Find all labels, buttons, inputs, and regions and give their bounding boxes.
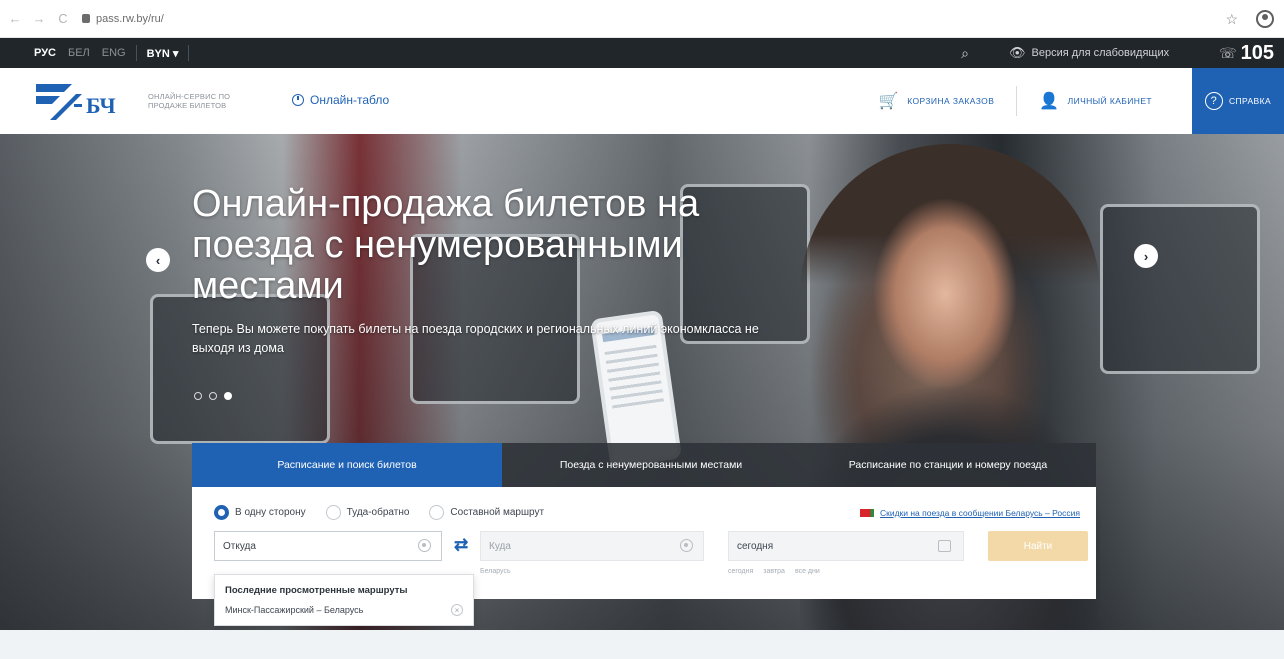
profile-icon[interactable] bbox=[1256, 10, 1274, 28]
lock-icon bbox=[82, 14, 90, 23]
radio-circle bbox=[214, 505, 229, 520]
recent-route-label: Минск-Пассажирский – Беларусь bbox=[225, 605, 364, 615]
slider-dots bbox=[194, 392, 232, 400]
lang-eng[interactable]: ENG bbox=[102, 47, 126, 59]
recent-routes-dropdown: Последние просмотренные маршруты Минск-П… bbox=[214, 574, 474, 626]
date-quick-picks: сегодня завтра все дни bbox=[728, 568, 820, 575]
search-icon[interactable]: ⌕ bbox=[961, 45, 969, 62]
to-placeholder: Куда bbox=[489, 540, 511, 552]
date-pick-all-days[interactable]: все дни bbox=[795, 568, 820, 575]
recent-routes-title: Последние просмотренные маршруты bbox=[225, 585, 408, 596]
from-station-input[interactable]: Откуда bbox=[214, 531, 442, 561]
radio-circle bbox=[429, 505, 445, 520]
low-vision-link[interactable]: 👁 Версия для слабовидящих bbox=[1009, 45, 1169, 61]
recent-route-item[interactable]: Минск-Пассажирский – Беларусь × bbox=[225, 604, 463, 616]
train-window-image bbox=[1100, 204, 1260, 374]
phone-number: 105 bbox=[1240, 41, 1274, 64]
bch-logo[interactable]: БЧ bbox=[36, 82, 144, 122]
date-pick-today[interactable]: сегодня bbox=[728, 568, 753, 575]
logo-caption-line2: ПРОДАЖЕ БИЛЕТОВ bbox=[148, 101, 227, 110]
currency-select[interactable]: BYN ▾ bbox=[147, 47, 179, 60]
flag-icon bbox=[859, 509, 874, 517]
find-button[interactable]: Найти bbox=[988, 531, 1088, 561]
reload-icon[interactable]: C bbox=[54, 10, 72, 28]
cart-link[interactable]: 🛒 КОРЗИНА ЗАКАЗОВ bbox=[857, 86, 1016, 116]
account-label: ЛИЧНЫЙ КАБИНЕТ bbox=[1067, 96, 1152, 106]
back-icon[interactable]: ← bbox=[6, 10, 24, 28]
tab-schedule-search[interactable]: Расписание и поиск билетов bbox=[192, 443, 502, 487]
question-icon: ? bbox=[1204, 92, 1223, 110]
hero-banner: Онлайн-продажа билетов на поезда с ненум… bbox=[0, 134, 1284, 630]
lang-bel[interactable]: БЕЛ bbox=[68, 47, 90, 59]
divider bbox=[135, 45, 137, 61]
top-utility-bar: РУС БЕЛ ENG BYN ▾ ⌕ 👁 Версия для слабови… bbox=[0, 38, 1284, 68]
logo-caption-line1: ОНЛАЙН-СЕРВИС ПО bbox=[148, 92, 231, 101]
train-window-image bbox=[150, 294, 330, 444]
cart-label: КОРЗИНА ЗАКАЗОВ bbox=[907, 96, 995, 106]
logo-letters: БЧ bbox=[86, 93, 116, 118]
date-input[interactable]: сегодня bbox=[728, 531, 964, 561]
language-switcher: РУС БЕЛ ENG bbox=[34, 47, 126, 59]
slider-dot[interactable] bbox=[209, 392, 217, 400]
promo-label: Скидки на поезда в сообщении Беларусь – … bbox=[879, 508, 1080, 518]
search-tabs: Расписание и поиск билетов Поезда с нену… bbox=[192, 443, 1096, 487]
date-pick-tomorrow[interactable]: завтра bbox=[763, 568, 785, 575]
radio-label: В одну сторону bbox=[235, 507, 306, 518]
divider bbox=[188, 45, 190, 61]
hero-subtitle: Теперь Вы можете покупать билеты на поез… bbox=[192, 322, 759, 355]
location-pin-icon[interactable] bbox=[680, 539, 693, 552]
radio-label: Туда-обратно bbox=[346, 507, 410, 518]
slider-next-button[interactable]: › bbox=[1134, 244, 1158, 268]
radio-circle bbox=[325, 505, 341, 520]
calendar-icon[interactable] bbox=[938, 540, 951, 552]
online-tablo-link[interactable]: Онлайн-табло bbox=[292, 93, 389, 107]
site-header: БЧ ОНЛАЙН-СЕРВИС ПО ПРОДАЖЕ БИЛЕТОВ Онла… bbox=[0, 68, 1284, 134]
radio-label: Составной маршрут bbox=[450, 507, 545, 518]
eye-icon: 👁 bbox=[1009, 45, 1026, 60]
trip-type-radios: В одну сторону Туда-обратно Составной ма… bbox=[214, 505, 544, 520]
low-vision-label: Версия для слабовидящих bbox=[1031, 47, 1170, 59]
to-station-input[interactable]: Куда bbox=[480, 531, 704, 561]
promo-link[interactable]: Скидки на поезда в сообщении Беларусь – … bbox=[859, 508, 1080, 518]
logo-caption: ОНЛАЙН-СЕРВИС ПО ПРОДАЖЕ БИЛЕТОВ bbox=[148, 92, 230, 110]
hotline-phone[interactable]: ☏ 105 bbox=[1219, 42, 1274, 65]
help-button[interactable]: ? СПРАВКА bbox=[1192, 68, 1284, 134]
bookmark-star-icon[interactable]: ☆ bbox=[1225, 11, 1238, 28]
online-tablo-label: Онлайн-табло bbox=[310, 93, 390, 107]
page-background-band bbox=[0, 630, 1284, 659]
remove-route-icon[interactable]: × bbox=[451, 604, 463, 616]
radio-round-trip[interactable]: Туда-обратно bbox=[325, 505, 410, 520]
account-link[interactable]: 👤 ЛИЧНЫЙ КАБИНЕТ bbox=[1016, 86, 1174, 116]
radio-one-way[interactable]: В одну сторону bbox=[214, 505, 306, 520]
slider-dot-active[interactable] bbox=[224, 392, 232, 400]
phone-icon: ☏ bbox=[1219, 44, 1237, 61]
from-placeholder: Откуда bbox=[223, 540, 256, 552]
browser-toolbar: ← → C pass.rw.by/ru/ ☆ bbox=[0, 0, 1284, 38]
user-icon: 👤 bbox=[1039, 93, 1060, 110]
url-text: pass.rw.by/ru/ bbox=[96, 12, 164, 25]
swap-stations-icon[interactable]: ⇄ bbox=[454, 535, 468, 555]
forward-icon[interactable]: → bbox=[30, 10, 48, 28]
help-label: СПРАВКА bbox=[1228, 96, 1272, 106]
tab-unnumbered-seats[interactable]: Поезда с ненумерованными местами bbox=[502, 443, 800, 487]
clock-icon bbox=[292, 94, 304, 106]
location-pin-icon[interactable] bbox=[418, 539, 431, 552]
radio-composite-route[interactable]: Составной маршрут bbox=[429, 505, 544, 520]
lang-rus[interactable]: РУС bbox=[34, 47, 56, 59]
tab-station-train-schedule[interactable]: Расписание по станции и номеру поезда bbox=[800, 443, 1096, 487]
address-bar[interactable]: pass.rw.by/ru/ bbox=[82, 13, 164, 25]
cart-icon: 🛒 bbox=[878, 93, 900, 110]
slider-prev-button[interactable]: ‹ bbox=[146, 248, 170, 272]
hero-title: Онлайн-продажа билетов на поезда с ненум… bbox=[192, 183, 700, 307]
date-value: сегодня bbox=[737, 540, 774, 552]
slider-dot[interactable] bbox=[194, 392, 202, 400]
to-hint[interactable]: Беларусь bbox=[480, 568, 511, 575]
